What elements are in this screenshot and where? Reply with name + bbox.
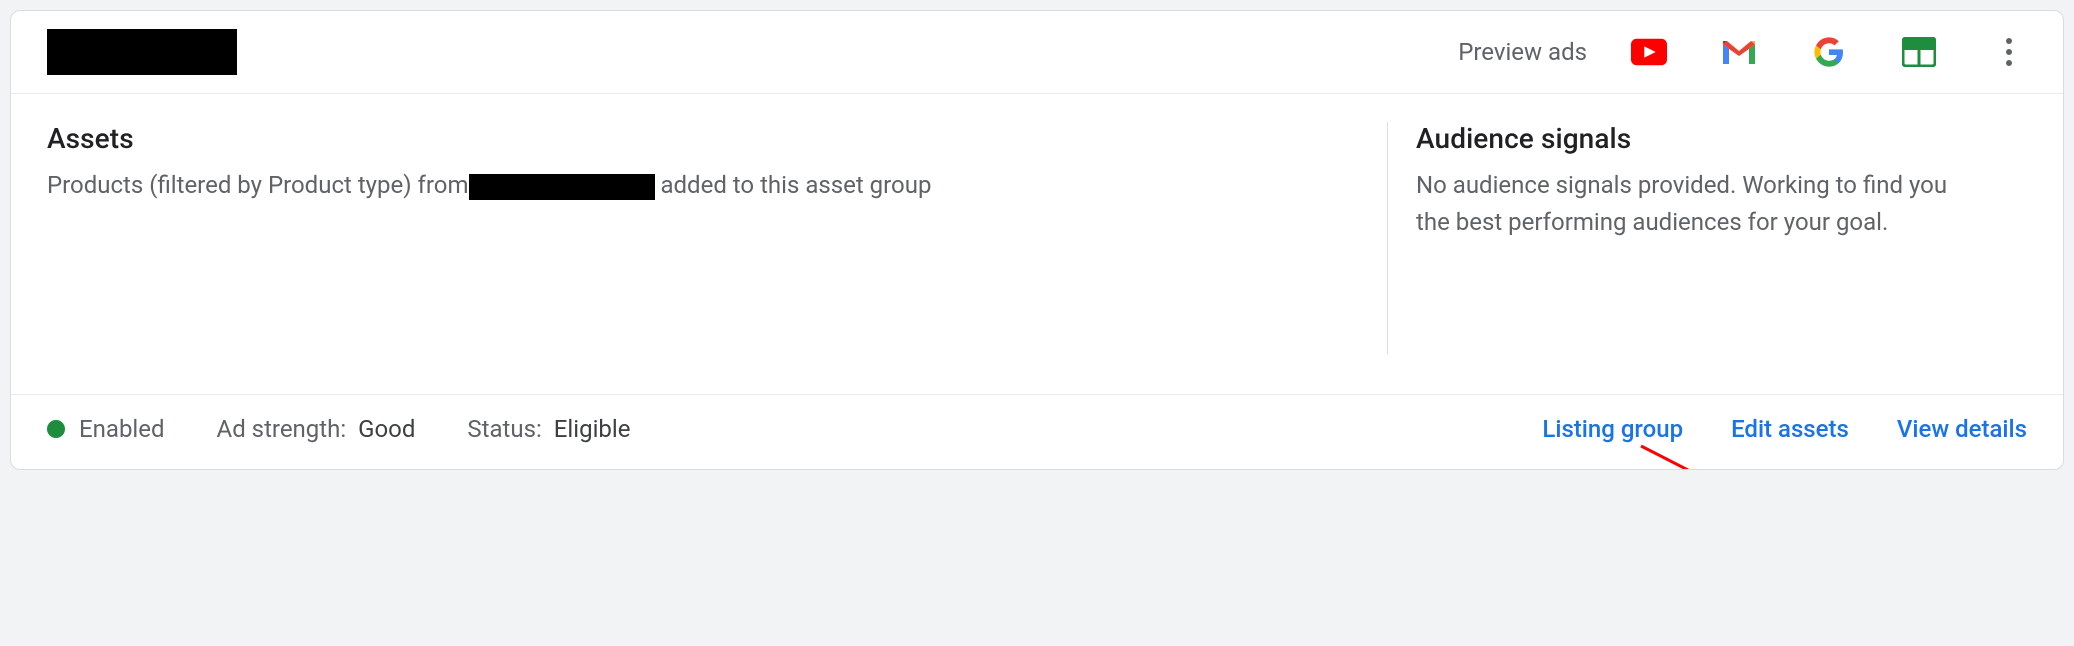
google-icon[interactable]: [1811, 34, 1847, 70]
card-body: Assets Products (filtered by Product typ…: [11, 94, 2063, 394]
assets-title: Assets: [47, 122, 1347, 155]
enabled-label: Enabled: [79, 415, 165, 443]
discover-icon[interactable]: [1901, 34, 1937, 70]
audience-description: No audience signals provided. Working to…: [1416, 167, 1976, 241]
asset-group-name-redacted: [47, 29, 237, 75]
header-actions: Preview ads: [1458, 34, 2027, 70]
edit-assets-button[interactable]: Edit assets: [1731, 415, 1849, 443]
ad-strength-value: Good: [358, 415, 415, 443]
channel-icons: [1631, 34, 2027, 70]
enabled-status: Enabled: [47, 415, 165, 443]
audience-title: Audience signals: [1416, 122, 2027, 155]
ad-strength: Ad strength: Good: [217, 415, 416, 443]
listing-group-button[interactable]: Listing group: [1542, 415, 1683, 443]
ad-strength-label: Ad strength:: [217, 415, 347, 443]
status-value: Eligible: [554, 415, 631, 443]
status-label: Status:: [467, 415, 541, 443]
preview-ads-label[interactable]: Preview ads: [1458, 38, 1587, 66]
view-details-button[interactable]: View details: [1897, 415, 2027, 443]
assets-description: Products (filtered by Product type) from…: [47, 171, 931, 199]
footer-actions: Listing group Edit assets View details: [1542, 415, 2027, 443]
card-footer: Enabled Ad strength: Good Status: Eligib…: [11, 394, 2063, 469]
card-header: Preview ads: [11, 11, 2063, 94]
eligibility-status: Status: Eligible: [467, 415, 630, 443]
audience-signals-section: Audience signals No audience signals pro…: [1387, 122, 2027, 354]
asset-group-card: Preview ads Ass: [10, 10, 2064, 470]
enabled-dot-icon: [47, 420, 65, 438]
more-options-icon[interactable]: [1991, 34, 2027, 70]
merchant-name-redacted: [469, 174, 655, 200]
footer-status-group: Enabled Ad strength: Good Status: Eligib…: [47, 415, 630, 443]
assets-section: Assets Products (filtered by Product typ…: [47, 122, 1387, 354]
youtube-icon[interactable]: [1631, 34, 1667, 70]
gmail-icon[interactable]: [1721, 34, 1757, 70]
